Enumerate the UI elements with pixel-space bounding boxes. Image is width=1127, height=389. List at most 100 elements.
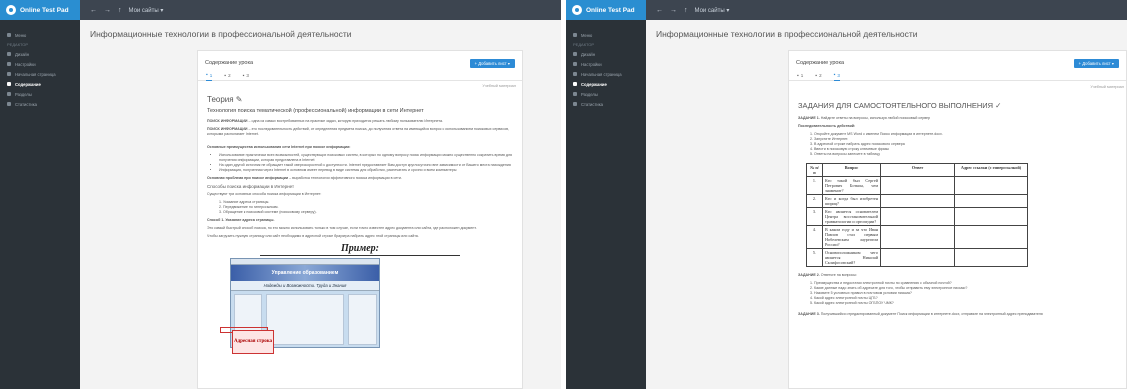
sidebar: Меню РЕДАКТОР Дизайн Настройки Начальная… — [566, 20, 646, 389]
sidebar-item-settings[interactable]: Настройки — [566, 59, 646, 69]
steps-list: 1. Откройте документ MS Word с именем По… — [798, 132, 1117, 157]
back-arrow-icon[interactable]: ← — [90, 7, 97, 14]
app-title: Online Test Pad — [20, 6, 69, 14]
nav-controls: ← → ↑ Мои сайты ▾ — [656, 7, 729, 14]
logo-icon — [6, 5, 16, 15]
sidebar-item-sections[interactable]: Разделы — [0, 89, 80, 99]
list-icon — [7, 82, 11, 86]
sidebar-item-statistics[interactable]: Статистика — [566, 99, 646, 109]
sheet-tabs: ▪ 1 ▪ 2 ▪ 3 — [789, 71, 1126, 81]
sidebar-item-menu[interactable]: Меню — [0, 30, 80, 40]
tab-1[interactable]: ▪ 1 — [206, 71, 213, 81]
folder-icon — [573, 92, 577, 96]
method1-title: Способ 1. Указание адреса страницы. — [207, 218, 275, 222]
file-icon: ▪ — [206, 72, 208, 78]
sidebar-item-content[interactable]: Содержание — [0, 79, 80, 89]
design-icon — [573, 52, 577, 56]
task-3: ЗАДАНИЕ 3. Получившийся отредактированны… — [798, 312, 1043, 316]
paragraph: Основная проблема при поиске информации … — [207, 176, 402, 180]
up-arrow-icon[interactable]: ↑ — [684, 7, 688, 14]
file-icon: ▪ — [815, 72, 818, 79]
sidebar-item-home-page[interactable]: Начальная страница — [566, 69, 646, 79]
top-bar: Online Test Pad ← → ↑ Мои сайты ▾ — [0, 0, 561, 20]
add-sheet-button[interactable]: + Добавить лист ▾ — [469, 58, 515, 68]
tab-3[interactable]: ▪ 3 — [833, 71, 840, 81]
tab-1[interactable]: ▪ 1 — [797, 71, 803, 81]
answers-table: № п/п Вопрос Ответ Адрес ссылки (с гипер… — [806, 163, 1028, 267]
table-header: Вопрос — [822, 163, 881, 177]
tasks-title[interactable]: ЗАДАНИЯ ДЛЯ САМОСТОЯТЕЛЬНОГО ВЫПОЛНЕНИЯ … — [798, 101, 1117, 110]
task-1-subtitle: Последовательность действий: — [798, 124, 856, 128]
my-sites-dropdown[interactable]: Мои сайты ▾ — [129, 7, 164, 14]
folder-icon — [7, 92, 11, 96]
list-item: 5. Какой адрес электронной почты ОГБПОУ … — [810, 301, 894, 305]
sidebar-item-menu[interactable]: Меню — [566, 30, 646, 40]
methods-list: 1. Указание адреса страницы. 2. Передвиж… — [207, 200, 513, 215]
sidebar-section-editor: РЕДАКТОР — [7, 42, 29, 47]
sidebar-item-statistics[interactable]: Статистика — [0, 99, 80, 109]
left-window: Online Test Pad ← → ↑ Мои сайты ▾ Меню Р… — [0, 0, 561, 389]
site-banner: Управление образованием — [231, 265, 379, 281]
file-icon: ▪ — [242, 72, 245, 79]
my-sites-dropdown[interactable]: Мои сайты ▾ — [695, 7, 730, 14]
sheet-type-label: Учебный материал — [482, 84, 516, 88]
table-header-row: № п/п Вопрос Ответ Адрес ссылки (с гипер… — [806, 163, 1028, 177]
theory-subtitle: Технология поиска тематической (професси… — [207, 108, 424, 114]
advantages-list: Использование практически всех возможнос… — [207, 153, 513, 173]
page-title: Информационные технологии в профессионал… — [656, 29, 918, 39]
page-title: Информационные технологии в профессионал… — [90, 29, 352, 39]
tab-2[interactable]: ▪ 2 — [224, 71, 230, 81]
panel-header: Содержание урока + Добавить лист ▾ — [198, 55, 522, 71]
section-heading: Основные преимущества использования сети… — [207, 145, 351, 149]
sidebar: Меню РЕДАКТОР Дизайн Настройки Начальная… — [0, 20, 80, 389]
table-row: 4. В каком году и за что Иван Павлов стал… — [806, 225, 1028, 249]
screenshot-composite: Online Test Pad ← → ↑ Мои сайты ▾ Меню Р… — [0, 0, 1127, 389]
paragraph: Это самый быстрый способ поиска, но его … — [207, 226, 477, 230]
task-2: ЗАДАНИЕ 2. Ответьте на вопросы: — [798, 273, 857, 277]
page-icon — [573, 72, 577, 76]
app-title: Online Test Pad — [586, 6, 635, 14]
table-header: № п/п — [806, 163, 823, 177]
site-column — [348, 294, 377, 345]
tab-3[interactable]: ▪ 3 — [243, 71, 249, 81]
task-1: ЗАДАНИЕ 1. Найдите ответы на вопросы, ис… — [798, 116, 931, 120]
design-icon — [7, 52, 11, 56]
sheet-tabs: ▪ 1 ▪ 2 ▪ 3 — [198, 71, 522, 81]
methods-title: Способы поиска информации в Интернет — [207, 184, 295, 189]
file-icon: ▪ — [797, 72, 799, 79]
paragraph: ПОИСК ИНФОРМАЦИИ – это последовательност… — [207, 127, 510, 136]
chart-icon — [7, 102, 11, 106]
add-sheet-button[interactable]: + Добавить лист ▾ — [1073, 58, 1119, 68]
back-arrow-icon[interactable]: ← — [656, 7, 663, 14]
list-item: 3. Обращение к поисковой системе (поиско… — [219, 210, 317, 214]
forward-arrow-icon[interactable]: → — [670, 7, 677, 14]
nav-controls: ← → ↑ Мои сайты ▾ — [90, 7, 163, 14]
sidebar-item-sections[interactable]: Разделы — [566, 89, 646, 99]
forward-arrow-icon[interactable]: → — [104, 7, 111, 14]
brand[interactable]: Online Test Pad — [566, 0, 646, 20]
table-row: 3. Кто является основателем Центра восста… — [806, 207, 1028, 226]
chart-icon — [573, 102, 577, 106]
list-item: Информация, полученная через Internet в … — [219, 168, 513, 173]
tab-2[interactable]: ▪ 2 — [815, 71, 821, 81]
up-arrow-icon[interactable]: ↑ — [118, 7, 122, 14]
theory-title[interactable]: Теория ✎ — [207, 95, 513, 104]
panel-title: Содержание урока — [205, 60, 254, 66]
list-item: Использование практически всех возможнос… — [219, 153, 513, 163]
sidebar-item-content[interactable]: Содержание — [566, 79, 646, 89]
sidebar-item-design[interactable]: Дизайн — [0, 49, 80, 59]
right-window: Online Test Pad ← → ↑ Мои сайты ▾ Меню Р… — [566, 0, 1127, 389]
site-column — [266, 294, 344, 345]
brand[interactable]: Online Test Pad — [0, 0, 80, 20]
sidebar-item-home-page[interactable]: Начальная страница — [0, 69, 80, 79]
gear-icon — [7, 62, 11, 66]
list-item: 5. Ответы на вопросы занесите в таблицу — [810, 152, 880, 156]
table-header: Адрес ссылки (с гиперссылкой) — [954, 163, 1028, 177]
lesson-body: Теория ✎ Технология поиска тематической … — [198, 81, 522, 348]
sidebar-item-settings[interactable]: Настройки — [0, 59, 80, 69]
table-header: Ответ — [880, 163, 955, 177]
sidebar-item-design[interactable]: Дизайн — [566, 49, 646, 59]
list-icon — [573, 82, 577, 86]
file-icon: ▪ — [833, 72, 836, 78]
menu-icon — [7, 33, 11, 37]
